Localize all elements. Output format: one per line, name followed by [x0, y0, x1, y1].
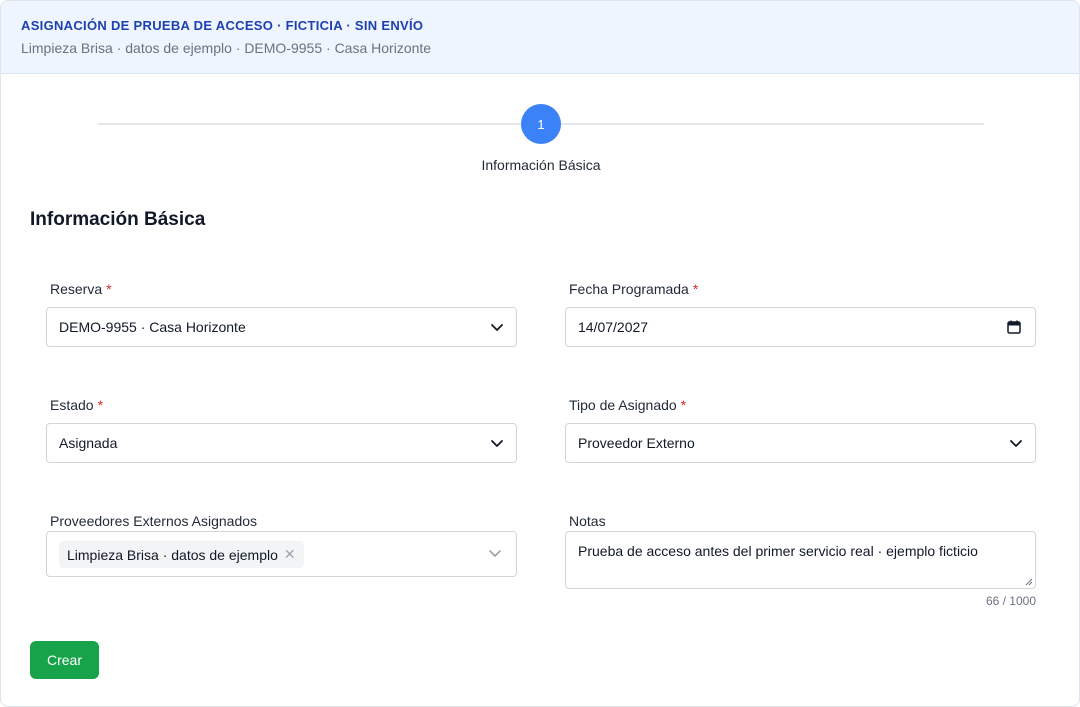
- chevron-down-icon: [1010, 440, 1022, 447]
- tipo-value: Proveedor Externo: [578, 435, 695, 451]
- banner-title: ASIGNACIÓN DE PRUEBA DE ACCESO · FICTICI…: [21, 18, 424, 33]
- estado-select[interactable]: Asignada: [46, 423, 517, 463]
- chevron-down-icon[interactable]: [488, 546, 502, 560]
- tipo-select[interactable]: Proveedor Externo: [565, 423, 1036, 463]
- remove-tag-icon[interactable]: ✕: [284, 546, 296, 563]
- required-mark: *: [106, 281, 112, 297]
- header-banner: ASIGNACIÓN DE PRUEBA DE ACCESO · FICTICI…: [1, 1, 1079, 74]
- proveedor-tag-label: Limpieza Brisa · datos de ejemplo: [67, 546, 278, 563]
- chevron-down-icon: [491, 440, 503, 447]
- step-1-indicator[interactable]: 1: [521, 104, 561, 144]
- required-mark: *: [97, 397, 104, 413]
- create-button[interactable]: Crear: [30, 641, 99, 679]
- reserva-select[interactable]: DEMO-9955 · Casa Horizonte: [46, 307, 517, 347]
- section-title: Información Básica: [30, 209, 206, 230]
- proveedores-label: Proveedores Externos Asignados: [50, 513, 258, 529]
- reserva-label: Reserva *: [50, 281, 112, 297]
- estado-label: Estado *: [50, 397, 103, 413]
- fecha-date-input[interactable]: 14/07/2027: [565, 307, 1036, 347]
- form-card: ASIGNACIÓN DE PRUEBA DE ACCESO · FICTICI…: [0, 0, 1080, 707]
- required-mark: *: [680, 397, 687, 413]
- tipo-label-text: Tipo de Asignado: [569, 397, 677, 413]
- fecha-label: Fecha Programada *: [569, 281, 698, 297]
- required-mark: *: [692, 281, 699, 297]
- notas-char-counter: 66 / 1000: [985, 594, 1036, 608]
- notas-value: Prueba de acceso antes del primer servic…: [578, 543, 978, 559]
- chevron-down-icon: [491, 324, 503, 331]
- step-1-label: Información Básica: [481, 157, 601, 173]
- proveedor-tag: Limpieza Brisa · datos de ejemplo ✕: [59, 541, 304, 568]
- tipo-label: Tipo de Asignado *: [569, 397, 686, 413]
- calendar-icon[interactable]: [1007, 320, 1021, 334]
- resize-handle-icon[interactable]: [1025, 578, 1033, 586]
- notas-textarea[interactable]: Prueba de acceso antes del primer servic…: [565, 531, 1036, 589]
- proveedores-multiselect[interactable]: Limpieza Brisa · datos de ejemplo ✕: [46, 531, 517, 577]
- reserva-label-text: Reserva: [50, 281, 103, 297]
- estado-label-text: Estado: [50, 397, 94, 413]
- banner-subtitle: Limpieza Brisa · datos de ejemplo · DEMO…: [21, 40, 432, 56]
- reserva-value: DEMO-9955 · Casa Horizonte: [59, 319, 246, 335]
- notas-label: Notas: [569, 513, 606, 529]
- fecha-label-text: Fecha Programada: [569, 281, 689, 297]
- fecha-value: 14/07/2027: [578, 319, 649, 335]
- estado-value: Asignada: [59, 435, 118, 451]
